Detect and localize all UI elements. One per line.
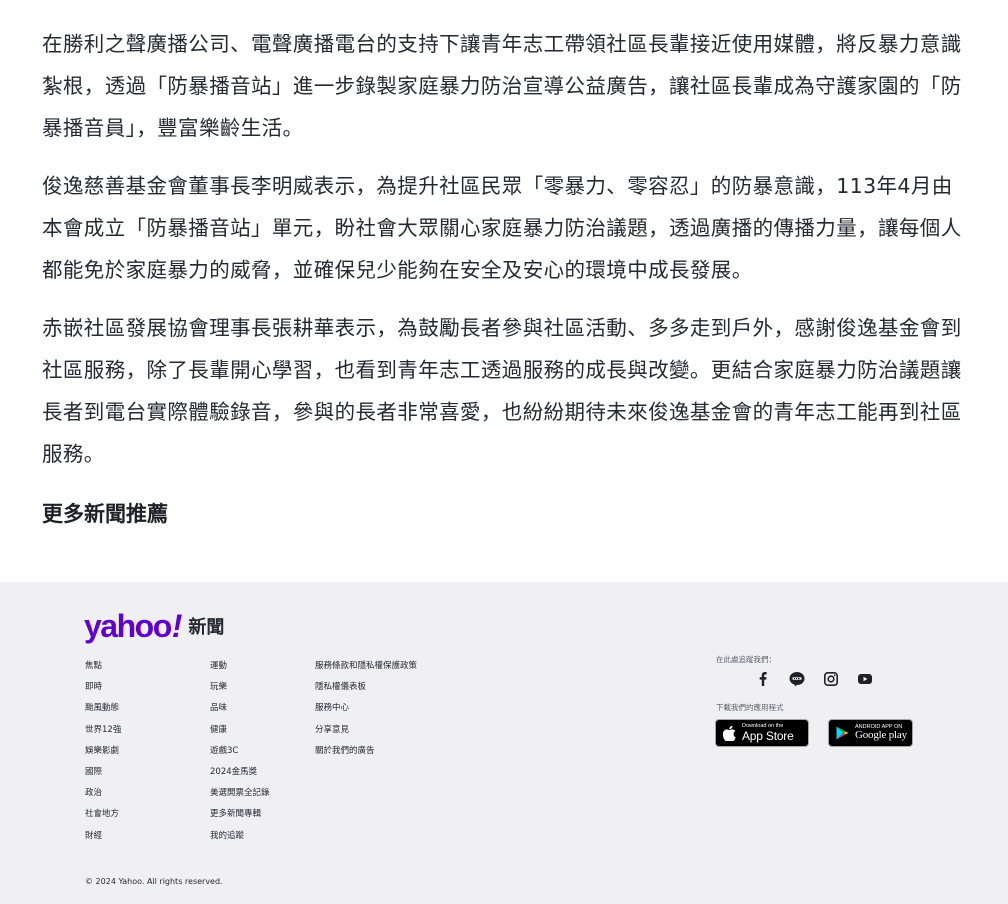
follow-us-label: 在此處追蹤我們：	[716, 655, 776, 664]
footer-link[interactable]: 國際	[85, 762, 121, 783]
yahoo-news-logo[interactable]: yahoo ! 新聞	[84, 608, 224, 642]
footer-link[interactable]: 颱風動態	[85, 698, 121, 719]
google-play-icon	[836, 725, 850, 741]
logo-section-name: 新聞	[188, 617, 225, 638]
footer-link[interactable]: 政治	[85, 783, 121, 804]
footer-link[interactable]: 分享意見	[315, 720, 417, 741]
google-play-big-text: Google play	[855, 729, 907, 742]
footer-link[interactable]: 服務中心	[315, 698, 417, 719]
site-footer: yahoo ! 新聞 焦點 即時 颱風動態 世界12強 娛樂影劇 國際 政治 社…	[0, 582, 1008, 904]
apple-icon	[723, 725, 737, 741]
download-app-label: 下載我們的應用程式	[716, 703, 784, 712]
footer-link[interactable]: 世界12強	[85, 720, 121, 741]
footer-link[interactable]: 玩樂	[210, 677, 270, 698]
logo-wordmark: yahoo	[84, 608, 172, 644]
more-news-heading: 更多新聞推薦	[42, 502, 168, 526]
instagram-icon[interactable]	[822, 670, 840, 688]
line-icon[interactable]	[788, 670, 806, 688]
article-paragraph-2: 俊逸慈善基金會董事長李明威表示，為提升社區民眾「零暴力、零容忍」的防暴意識，11…	[42, 174, 962, 282]
footer-link[interactable]: 關於我們的廣告	[315, 741, 417, 762]
facebook-icon[interactable]	[754, 670, 772, 688]
footer-link[interactable]: 健康	[210, 720, 270, 741]
footer-link[interactable]: 運動	[210, 656, 270, 677]
footer-link[interactable]: 服務條款和隱私權保護政策	[315, 656, 417, 677]
article-paragraph-3: 赤嵌社區發展協會理事長張耕華表示，為鼓勵長者參與社區活動、多多走到戶外，感謝俊逸…	[42, 316, 962, 466]
logo-exclamation: !	[171, 608, 183, 644]
footer-link[interactable]: 焦點	[85, 656, 121, 677]
footer-link[interactable]: 社會地方	[85, 804, 121, 825]
copyright-notice: © 2024 Yahoo. All rights reserved.	[85, 877, 223, 886]
app-store-big-text: App Store	[742, 728, 794, 743]
footer-legal-column: 服務條款和隱私權保護政策 隱私權儀表板 服務中心 分享意見 關於我們的廣告	[315, 656, 417, 762]
footer-nav-column-2: 運動 玩樂 品味 健康 遊戲3C 2024金馬獎 美選開票全記錄 更多新聞專輯 …	[210, 656, 270, 847]
article-paragraph-1: 在勝利之聲廣播公司、電聲廣播電台的支持下讓青年志工帶領社區長輩接近使用媒體，將反…	[42, 32, 962, 140]
footer-link[interactable]: 財經	[85, 826, 121, 847]
footer-link[interactable]: 更多新聞專輯	[210, 804, 270, 825]
article-body: 在勝利之聲廣播公司、電聲廣播電台的支持下讓青年志工帶領社區長輩接近使用媒體，將反…	[0, 0, 1008, 582]
footer-link[interactable]: 品味	[210, 698, 270, 719]
footer-link[interactable]: 隱私權儀表板	[315, 677, 417, 698]
app-store-button[interactable]: Download on the App Store	[715, 719, 809, 747]
footer-link[interactable]: 遊戲3C	[210, 741, 270, 762]
youtube-icon[interactable]	[856, 670, 874, 688]
footer-link[interactable]: 我的追蹤	[210, 826, 270, 847]
footer-nav-column-1: 焦點 即時 颱風動態 世界12強 娛樂影劇 國際 政治 社會地方 財經	[85, 656, 121, 847]
footer-link[interactable]: 即時	[85, 677, 121, 698]
footer-link[interactable]: 美選開票全記錄	[210, 783, 270, 804]
google-play-button[interactable]: ANDROID APP ON Google play	[828, 719, 913, 747]
social-links	[754, 670, 874, 688]
footer-link[interactable]: 娛樂影劇	[85, 741, 121, 762]
footer-link[interactable]: 2024金馬獎	[210, 762, 270, 783]
